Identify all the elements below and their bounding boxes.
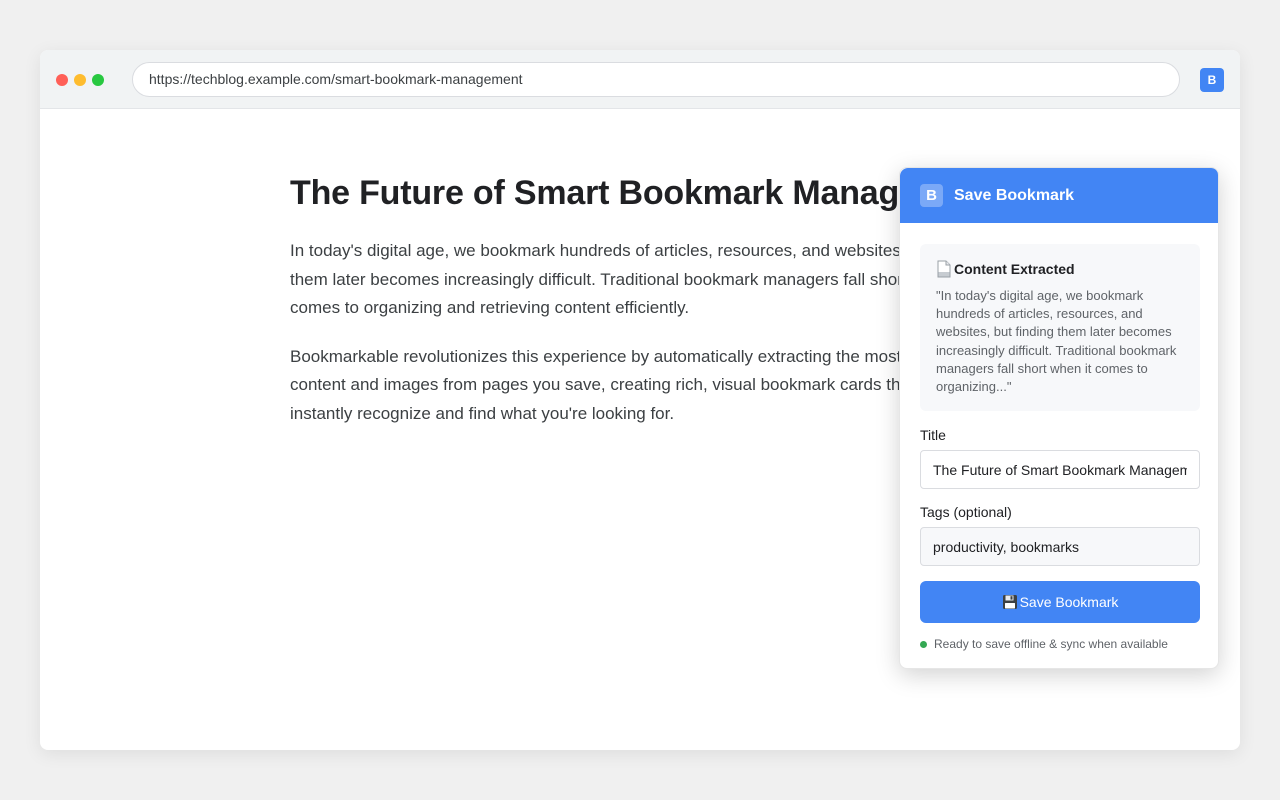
address-bar[interactable]: https://techblog.example.com/smart-bookm… — [132, 62, 1180, 97]
popup-title: Save Bookmark — [954, 187, 1075, 204]
maximize-window-button[interactable] — [92, 74, 104, 86]
title-input[interactable] — [920, 450, 1200, 489]
close-window-button[interactable] — [56, 74, 68, 86]
browser-toolbar: https://techblog.example.com/smart-bookm… — [40, 50, 1240, 109]
status-text: Ready to save offline & sync when availa… — [934, 637, 1168, 651]
popup-header: B Save Bookmark — [900, 168, 1218, 223]
app-logo: B — [920, 184, 943, 207]
minimize-window-button[interactable] — [74, 74, 86, 86]
content-extracted-card: Content Extracted "In today's digital ag… — [920, 244, 1200, 411]
save-bookmark-label: Save Bookmark — [1019, 594, 1119, 610]
save-bookmark-popup: B Save Bookmark Content Extracted "In to… — [899, 167, 1219, 669]
document-icon — [937, 260, 951, 278]
title-label: Title — [920, 427, 946, 443]
bookmark-extension-button[interactable]: B — [1200, 68, 1224, 92]
status-indicator — [920, 640, 927, 648]
save-bookmark-button[interactable]: Save Bookmark — [920, 581, 1200, 623]
content-extracted-heading: Content Extracted — [954, 261, 1075, 277]
content-extracted-text: "In today's digital age, we bookmark hun… — [936, 288, 1177, 395]
tags-input[interactable] — [920, 527, 1200, 566]
sync-status: Ready to save offline & sync when availa… — [920, 636, 1168, 652]
floppy-disk-icon — [1002, 595, 1017, 609]
tags-label: Tags (optional) — [920, 504, 1012, 520]
